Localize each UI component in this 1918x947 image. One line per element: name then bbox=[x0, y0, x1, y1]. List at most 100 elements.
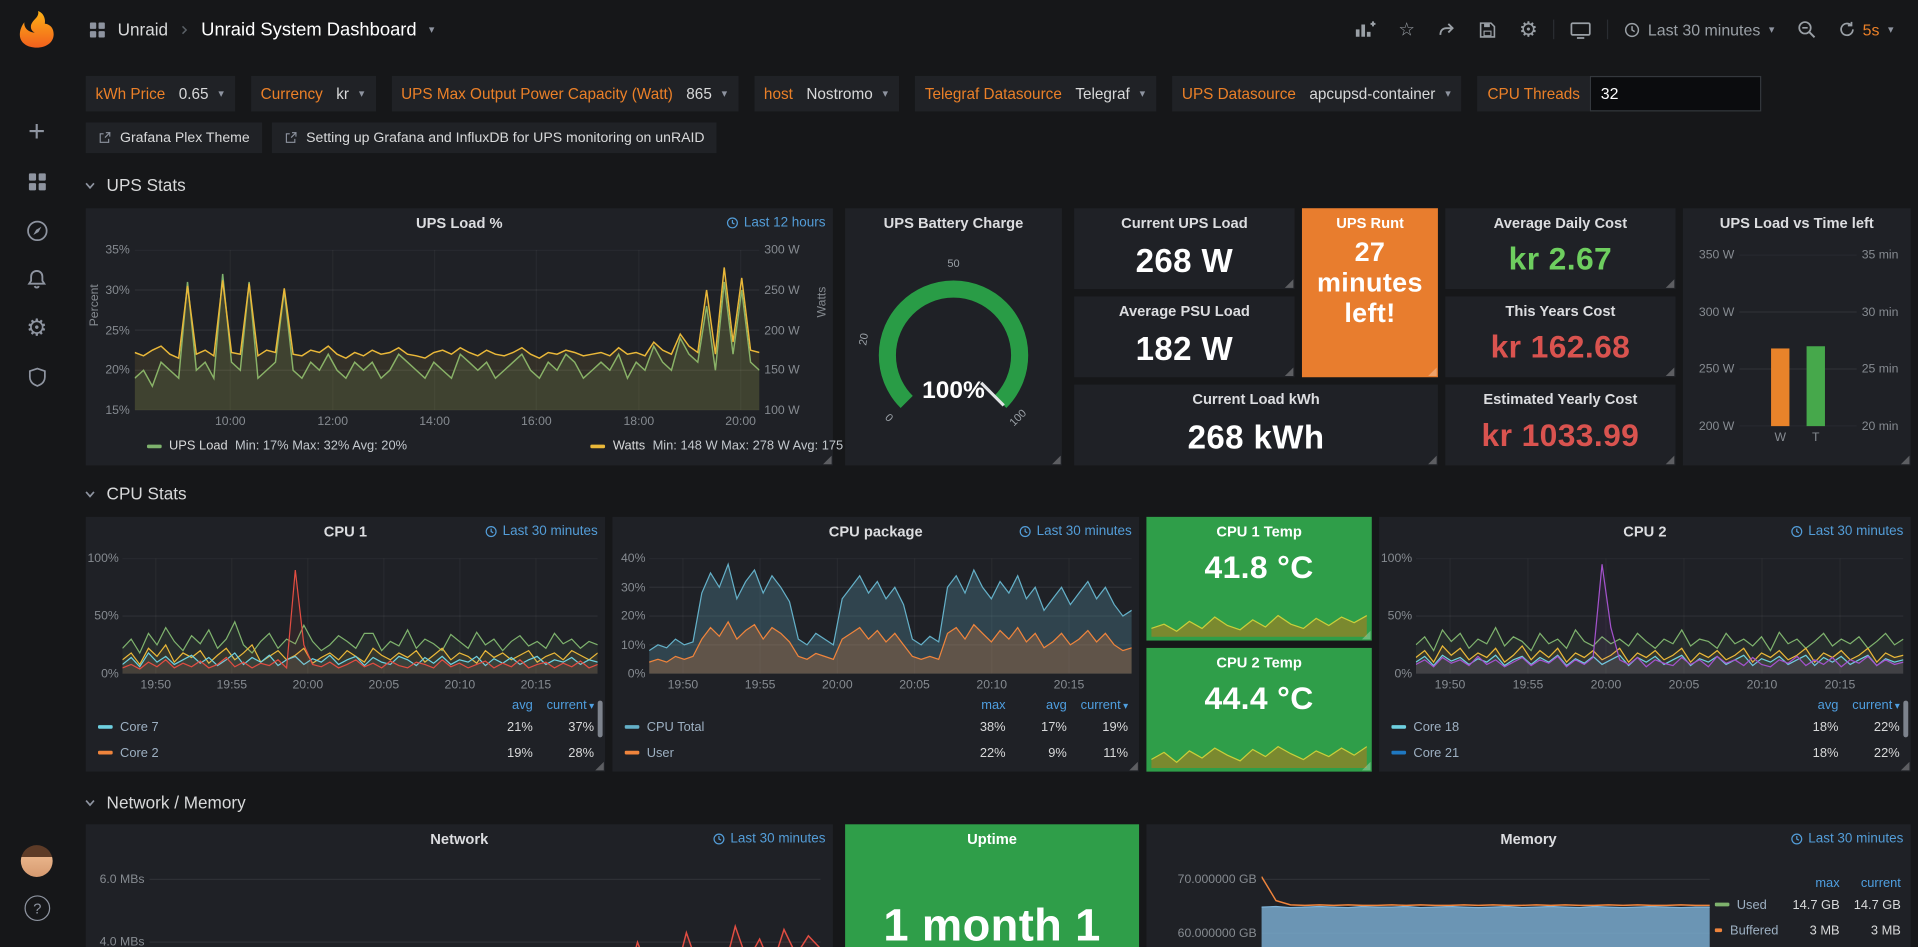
legend-sort-header[interactable]: max bbox=[944, 698, 1005, 713]
dashboard-settings-button[interactable]: ⚙ bbox=[1509, 13, 1547, 46]
graph-canvas[interactable] bbox=[122, 559, 597, 674]
legend-scrollbar[interactable] bbox=[598, 701, 603, 738]
panel-resize-handle[interactable] bbox=[1362, 762, 1371, 771]
graph-canvas[interactable] bbox=[149, 866, 820, 947]
panel-title[interactable]: Uptime bbox=[879, 830, 1104, 847]
panel-title[interactable]: Network bbox=[120, 830, 799, 847]
legend-sort-header[interactable]: current▾ bbox=[1838, 698, 1899, 713]
graph-canvas[interactable] bbox=[1262, 866, 1710, 947]
legend-sort-header[interactable]: current bbox=[1840, 875, 1901, 890]
legend-sort-header[interactable]: avg bbox=[472, 698, 533, 713]
help-button[interactable]: ? bbox=[24, 895, 50, 921]
variable-ups-max-power[interactable]: UPS Max Output Power Capacity (Watt)865▾ bbox=[391, 76, 738, 112]
refresh-picker[interactable]: 5s ▾ bbox=[1828, 14, 1903, 45]
breadcrumb-dashboard-title[interactable]: Unraid System Dashboard bbox=[201, 19, 416, 40]
panel-title[interactable]: Current UPS Load bbox=[1108, 214, 1260, 231]
legend-series-name[interactable]: User bbox=[625, 745, 945, 760]
panel-resize-handle[interactable] bbox=[1428, 456, 1437, 465]
graph-canvas[interactable] bbox=[649, 559, 1132, 674]
star-dashboard-button[interactable]: ☆ bbox=[1389, 14, 1425, 45]
variable-kwh-price[interactable]: kWh Price0.65▾ bbox=[86, 76, 235, 112]
variable-telegraf-datasource[interactable]: Telegraf DatasourceTelegraf▾ bbox=[915, 76, 1156, 112]
variable-value[interactable]: 865▾ bbox=[683, 85, 739, 102]
caret-down-icon[interactable]: ▾ bbox=[429, 23, 435, 36]
legend-item[interactable]: Watts Min: 148 W Max: 278 W Avg: 175 W bbox=[591, 438, 859, 453]
panel-resize-handle[interactable] bbox=[823, 456, 832, 465]
graph-plot[interactable] bbox=[122, 559, 597, 674]
graph-plot[interactable] bbox=[1416, 559, 1903, 674]
legend-series-name[interactable]: Core 2 bbox=[98, 745, 472, 760]
bar-canvas[interactable] bbox=[1739, 255, 1857, 426]
panel-resize-handle[interactable] bbox=[1666, 367, 1675, 376]
graph-plot[interactable] bbox=[149, 866, 820, 947]
share-dashboard-button[interactable] bbox=[1427, 13, 1466, 45]
panel-title[interactable]: Memory bbox=[1181, 830, 1877, 847]
panel-title[interactable]: UPS Battery Charge bbox=[879, 214, 1027, 231]
zoom-out-button[interactable] bbox=[1787, 13, 1826, 45]
legend-scrollbar[interactable] bbox=[1903, 701, 1908, 738]
panel-title[interactable]: CPU 2 Temp bbox=[1181, 654, 1338, 671]
sidebar-create-button[interactable]: + bbox=[0, 108, 73, 157]
sidebar-dashboards-button[interactable] bbox=[0, 157, 73, 206]
dashboard-link[interactable]: Grafana Plex Theme bbox=[86, 122, 262, 153]
legend-series-name[interactable]: Core 7 bbox=[98, 720, 472, 735]
add-panel-button[interactable] bbox=[1344, 13, 1386, 45]
legend-sort-header[interactable]: current▾ bbox=[533, 698, 594, 713]
variable-currency[interactable]: Currencykr▾ bbox=[251, 76, 376, 112]
variable-value[interactable]: 0.65▾ bbox=[175, 85, 235, 102]
legend-sort-header[interactable]: avg bbox=[1777, 698, 1838, 713]
legend-sort-header[interactable]: max bbox=[1778, 875, 1839, 890]
panel-resize-handle[interactable] bbox=[1285, 279, 1294, 288]
panel-title[interactable]: Estimated Yearly Cost bbox=[1480, 391, 1642, 408]
panel-title[interactable]: Average Daily Cost bbox=[1480, 214, 1642, 231]
sidebar-configuration-button[interactable]: ⚙ bbox=[0, 304, 73, 353]
save-dashboard-button[interactable] bbox=[1469, 14, 1507, 45]
cycle-view-mode-button[interactable] bbox=[1561, 14, 1601, 45]
sidebar-alerting-button[interactable] bbox=[0, 255, 73, 304]
variable-ups-datasource[interactable]: UPS Datasourceapcupsd-container▾ bbox=[1172, 76, 1462, 112]
legend-sort-header[interactable]: avg bbox=[1006, 698, 1067, 713]
legend-series-name[interactable]: Core 18 bbox=[1391, 720, 1777, 735]
panel-resize-handle[interactable] bbox=[1901, 456, 1910, 465]
panel-resize-handle[interactable] bbox=[1052, 456, 1061, 465]
panel-title[interactable]: UPS Load % bbox=[120, 214, 799, 231]
legend-series-name[interactable]: Core 21 bbox=[1391, 745, 1777, 760]
graph-plot[interactable] bbox=[135, 250, 760, 410]
grafana-logo-icon[interactable] bbox=[16, 9, 58, 51]
panel-resize-handle[interactable] bbox=[1666, 456, 1675, 465]
panel-title[interactable]: UPS Runtime bbox=[1336, 214, 1403, 231]
sidebar-admin-button[interactable] bbox=[0, 353, 73, 402]
graph-canvas[interactable] bbox=[135, 250, 760, 410]
breadcrumb-folder[interactable]: Unraid bbox=[118, 20, 169, 40]
sidebar-explore-button[interactable] bbox=[0, 206, 73, 255]
dashboard-link[interactable]: Setting up Grafana and InfluxDB for UPS … bbox=[272, 122, 717, 153]
panel-title[interactable]: This Years Cost bbox=[1480, 303, 1642, 320]
panel-resize-handle[interactable] bbox=[1129, 762, 1138, 771]
panel-title[interactable]: Current Load kWh bbox=[1108, 391, 1403, 408]
panel-resize-handle[interactable] bbox=[1285, 367, 1294, 376]
graph-canvas[interactable] bbox=[1416, 559, 1903, 674]
variable-value[interactable]: Nostromo▾ bbox=[803, 85, 899, 102]
legend-item[interactable]: UPS Load Min: 17% Max: 32% Avg: 20% bbox=[147, 438, 407, 453]
panel-title[interactable]: Average PSU Load bbox=[1108, 303, 1260, 320]
legend-series-name[interactable]: Used bbox=[1715, 897, 1779, 912]
row-header-network-memory[interactable]: Network / Memory bbox=[83, 790, 245, 814]
variable-value[interactable]: Telegraf▾ bbox=[1072, 85, 1157, 102]
panel-title[interactable]: UPS Load vs Time left bbox=[1717, 214, 1876, 231]
legend-sort-header[interactable]: current▾ bbox=[1067, 698, 1128, 713]
bar-chart-plot[interactable] bbox=[1739, 255, 1857, 426]
panel-title[interactable]: CPU 1 Temp bbox=[1181, 523, 1338, 540]
graph-plot[interactable] bbox=[649, 559, 1132, 674]
cpu-threads-input[interactable] bbox=[1590, 76, 1761, 112]
user-avatar[interactable] bbox=[21, 845, 53, 877]
time-range-picker[interactable]: Last 30 minutes ▾ bbox=[1615, 14, 1784, 45]
legend-series-name[interactable]: Buffered bbox=[1715, 923, 1779, 938]
variable-value[interactable]: kr▾ bbox=[333, 85, 376, 102]
panel-resize-handle[interactable] bbox=[1666, 279, 1675, 288]
panel-resize-handle[interactable] bbox=[1362, 631, 1371, 640]
panel-resize-handle[interactable] bbox=[1901, 762, 1910, 771]
variable-host[interactable]: hostNostromo▾ bbox=[754, 76, 899, 112]
variable-value[interactable]: apcupsd-container▾ bbox=[1306, 85, 1462, 102]
row-header-ups-stats[interactable]: UPS Stats bbox=[83, 173, 185, 197]
row-header-cpu-stats[interactable]: CPU Stats bbox=[83, 481, 186, 505]
